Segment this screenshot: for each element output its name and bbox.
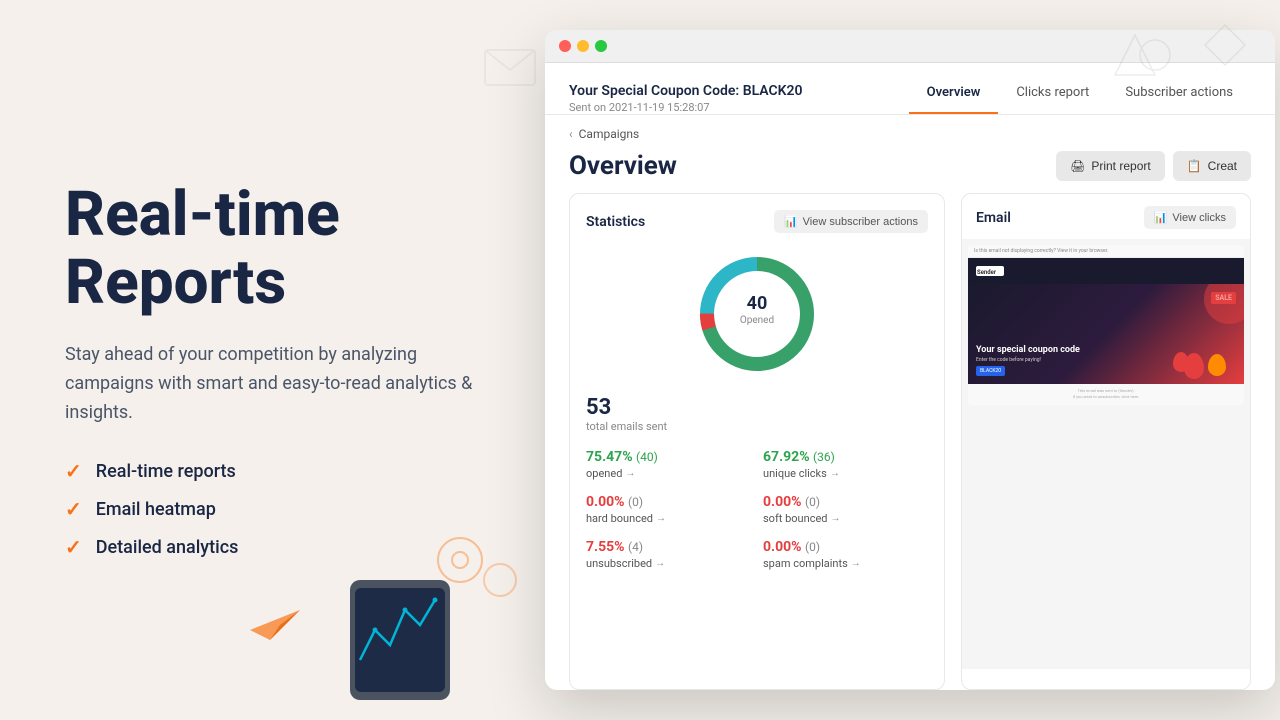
stat-hard-bounced-percent: 0.00% (0) — [586, 494, 751, 510]
traffic-light-green[interactable] — [595, 40, 607, 52]
banner-circle-deco — [1204, 284, 1244, 324]
stat-opened: 75.47% (40) opened → — [586, 449, 751, 480]
stat-soft-bounced-label[interactable]: soft bounced → — [763, 512, 928, 525]
check-icon: ✓ — [65, 497, 82, 521]
stat-hard-bounced: 0.00% (0) hard bounced → — [586, 494, 751, 525]
email-card-title: Email — [976, 210, 1011, 226]
statistics-card: Statistics 📊 View subscriber actions — [569, 193, 945, 690]
print-report-button[interactable]: 🖨 Print report — [1056, 151, 1165, 181]
svg-text:40: 40 — [747, 293, 768, 314]
header-buttons: 🖨 Print report 📋 Creat — [1056, 151, 1251, 181]
check-icon: ✓ — [65, 535, 82, 559]
stat-unsubscribed: 7.55% (4) unsubscribed → — [586, 539, 751, 570]
create-icon: 📋 — [1187, 159, 1202, 173]
stat-unique-clicks-label[interactable]: unique clicks → — [763, 467, 928, 480]
stat-unique-clicks-percent: 67.92% (36) — [763, 449, 928, 465]
sender-logo: Sender — [976, 266, 1004, 276]
stat-hard-bounced-label[interactable]: hard bounced → — [586, 512, 751, 525]
list-item: ✓ Real-time reports — [65, 459, 490, 483]
email-top-bar: Is this email not displaying correctly? … — [968, 245, 1244, 258]
donut-chart: 40 Opened — [586, 249, 928, 379]
stats-grid: 75.47% (40) opened → 67.92% (36) — [586, 449, 928, 570]
hero-title: Real-time Reports — [65, 181, 490, 317]
email-preview: Is this email not displaying correctly? … — [962, 239, 1250, 669]
printer-icon: 🖨 — [1070, 159, 1085, 173]
view-subscriber-actions-button[interactable]: 📊 View subscriber actions — [774, 210, 928, 233]
hero-subtitle: Stay ahead of your competition by analyz… — [65, 341, 490, 427]
arrow-icon: → — [655, 558, 665, 569]
left-panel: Real-time Reports Stay ahead of your com… — [0, 0, 540, 720]
deco-envelope-icon — [480, 40, 540, 94]
arrow-icon: → — [625, 468, 635, 479]
arrow-icon: → — [851, 558, 861, 569]
main-content: Statistics 📊 View subscriber actions — [545, 193, 1275, 690]
browser-content: Your Special Coupon Code: BLACK20 Sent o… — [545, 63, 1275, 690]
stat-unique-clicks: 67.92% (36) unique clicks → — [763, 449, 928, 480]
balloon-3-icon — [1173, 352, 1189, 372]
tab-clicks-report[interactable]: Clicks report — [998, 75, 1107, 114]
deco-shapes — [1105, 15, 1265, 99]
mini-email-content: Is this email not displaying correctly? … — [968, 245, 1244, 405]
stat-opened-label[interactable]: opened → — [586, 467, 751, 480]
page-title: Overview — [569, 151, 677, 181]
traffic-light-yellow[interactable] — [577, 40, 589, 52]
arrow-icon: → — [830, 468, 840, 479]
stat-soft-bounced-percent: 0.00% (0) — [763, 494, 928, 510]
view-clicks-button[interactable]: 📊 View clicks — [1144, 206, 1236, 229]
breadcrumb: ‹ Campaigns — [545, 115, 1275, 147]
campaign-info: Your Special Coupon Code: BLACK20 Sent o… — [569, 83, 803, 114]
svg-text:Sender: Sender — [977, 269, 997, 276]
tab-overview[interactable]: Overview — [909, 75, 999, 114]
chart-icon: 📊 — [1154, 211, 1168, 224]
email-banner: SALE Your special coupon code Enter the … — [968, 284, 1244, 384]
coupon-sub: Enter the code before paying! — [976, 357, 1080, 363]
email-header-dark: Sender — [968, 258, 1244, 284]
campaign-date: Sent on 2021-11-19 15:28:07 — [569, 101, 803, 114]
coupon-code-button: BLACK20 — [976, 366, 1005, 376]
arrow-icon: → — [656, 513, 666, 524]
stat-unsubscribed-label[interactable]: unsubscribed → — [586, 557, 751, 570]
page-header: Overview 🖨 Print report 📋 Creat — [545, 147, 1275, 193]
create-button[interactable]: 📋 Creat — [1173, 151, 1251, 181]
total-label: total emails sent — [586, 420, 928, 433]
traffic-light-red[interactable] — [559, 40, 571, 52]
stat-opened-percent: 75.47% (40) — [586, 449, 751, 465]
breadcrumb-label[interactable]: Campaigns — [579, 127, 640, 141]
back-arrow-icon: ‹ — [569, 127, 573, 141]
stat-spam-complaints-percent: 0.00% (0) — [763, 539, 928, 555]
stat-spam-complaints-label[interactable]: spam complaints → — [763, 557, 928, 570]
total-emails: 53 total emails sent — [586, 395, 928, 433]
right-panel: Your Special Coupon Code: BLACK20 Sent o… — [540, 0, 1280, 720]
stats-card-header: Statistics 📊 View subscriber actions — [586, 210, 928, 233]
stat-spam-complaints: 0.00% (0) spam complaints → — [763, 539, 928, 570]
balloon-2-icon — [1208, 354, 1226, 376]
email-card-header: Email 📊 View clicks — [962, 194, 1250, 239]
stat-unsubscribed-percent: 7.55% (4) — [586, 539, 751, 555]
banner-content: Your special coupon code Enter the code … — [976, 345, 1080, 376]
illustration — [200, 500, 540, 700]
stat-soft-bounced: 0.00% (0) soft bounced → — [763, 494, 928, 525]
stats-card-title: Statistics — [586, 214, 645, 230]
arrow-icon: → — [831, 513, 841, 524]
coupon-title: Your special coupon code — [976, 345, 1080, 355]
browser-window: Your Special Coupon Code: BLACK20 Sent o… — [545, 30, 1275, 690]
check-icon: ✓ — [65, 459, 82, 483]
email-card: Email 📊 View clicks Is this email not di… — [961, 193, 1251, 690]
total-number: 53 — [586, 395, 928, 420]
chart-icon: 📊 — [784, 215, 798, 228]
campaign-title: Your Special Coupon Code: BLACK20 — [569, 83, 803, 99]
email-footer: This email was sent to (Sender). If you … — [968, 384, 1244, 405]
svg-text:Opened: Opened — [740, 315, 774, 326]
